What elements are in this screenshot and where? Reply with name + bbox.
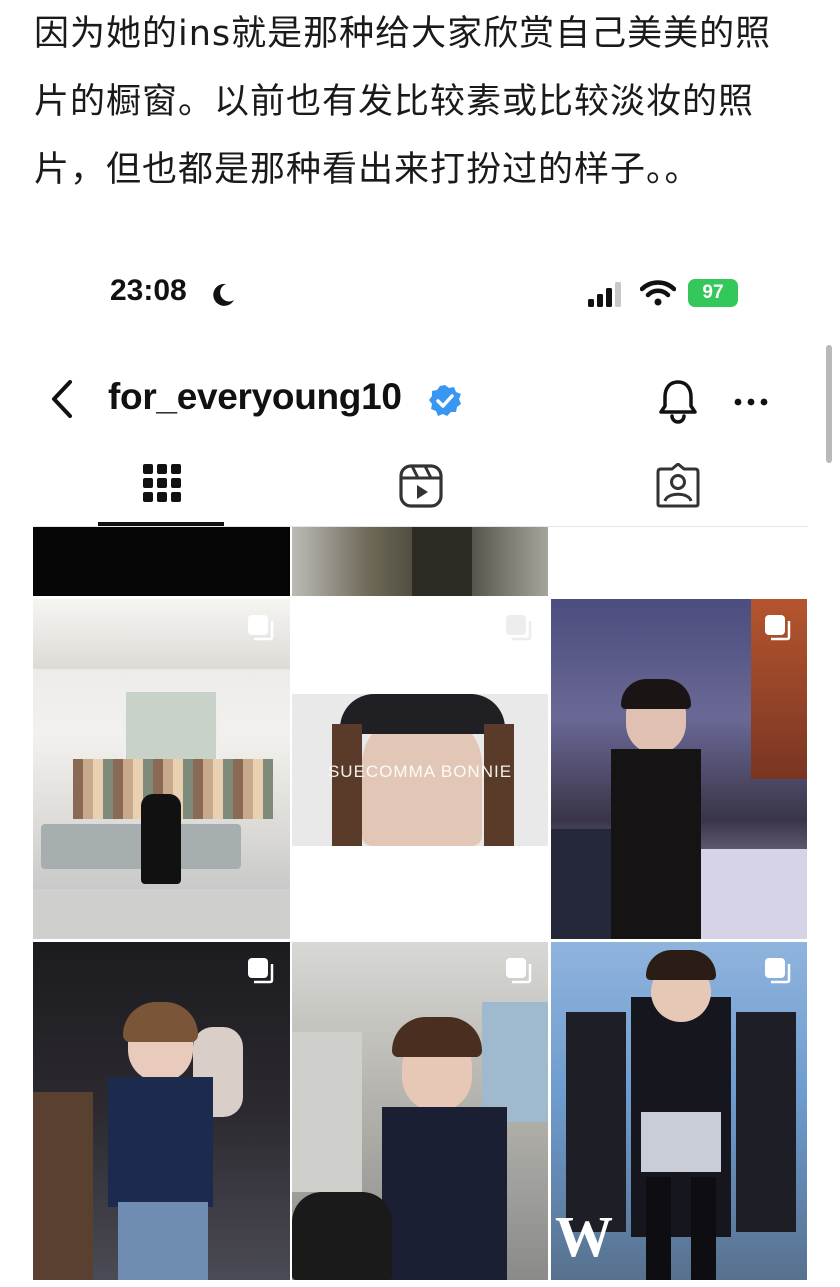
grid-post[interactable] xyxy=(551,527,807,596)
carousel-icon xyxy=(763,956,793,990)
grid-post[interactable] xyxy=(551,599,807,939)
carousel-icon xyxy=(504,956,534,990)
back-icon[interactable] xyxy=(48,378,76,424)
carousel-icon xyxy=(504,613,534,647)
grid-post[interactable] xyxy=(33,599,290,939)
reels-icon[interactable] xyxy=(398,463,444,513)
grid-post[interactable] xyxy=(33,942,290,1280)
profile-username: for_everyoung10 xyxy=(108,376,402,417)
tile-watermark: W xyxy=(555,1204,613,1269)
tagged-icon[interactable] xyxy=(655,462,701,513)
post-text: 因为她的ins就是那种给大家欣赏自己美美的照 片的橱窗。以前也有发比较素或比较淡… xyxy=(34,0,814,204)
grid-post[interactable]: SUECOMMA BONNIE xyxy=(292,599,548,939)
tile-overlay-text: SUECOMMA BONNIE xyxy=(327,762,513,781)
moon-icon xyxy=(210,282,236,312)
post-line: 片的橱窗。以前也有发比较素或比较淡妆的照 xyxy=(34,82,755,122)
battery-level: 97 xyxy=(688,279,738,307)
wifi-icon xyxy=(639,278,677,312)
status-bar: 23:08 97 xyxy=(0,270,840,320)
grid-post[interactable] xyxy=(33,527,290,596)
grid-post[interactable]: W xyxy=(551,942,807,1280)
post-line: 片，但也都是那种看出来打扮过的样子。。 xyxy=(34,150,701,190)
carousel-icon xyxy=(246,956,276,990)
grid-icon[interactable] xyxy=(142,463,182,507)
signal-icon xyxy=(588,282,628,312)
carousel-icon xyxy=(246,613,276,647)
grid-post[interactable] xyxy=(292,942,548,1280)
more-icon[interactable] xyxy=(733,392,769,411)
profile-header: for_everyoung10 xyxy=(0,370,840,430)
post-line: 因为她的ins就是那种给大家欣赏自己美美的照 xyxy=(34,14,772,54)
verified-icon xyxy=(428,384,462,422)
photo-grid: SUECOMMA BONNIE W xyxy=(0,527,840,1287)
status-time: 23:08 xyxy=(110,274,187,307)
carousel-icon xyxy=(763,613,793,647)
profile-tabs xyxy=(0,455,840,527)
bell-icon[interactable] xyxy=(656,376,700,428)
grid-post[interactable] xyxy=(292,527,548,596)
